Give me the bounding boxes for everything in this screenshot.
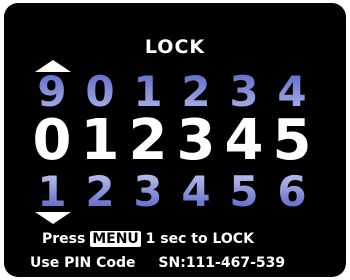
lock-instruction: Press MENU 1 sec to LOCK: [42, 231, 346, 247]
lock-screen: LOCK 9 0 1 2 3 4 0 1 2 3 4 5 1 2 3 4 5 6…: [4, 3, 346, 277]
next-digit: 3: [124, 169, 172, 215]
pin-digit[interactable]: 2: [124, 111, 172, 171]
next-digit: 2: [76, 169, 124, 215]
next-digit: 1: [28, 169, 76, 215]
pin-digit[interactable]: 1: [76, 111, 124, 171]
menu-key-badge: MENU: [90, 231, 141, 247]
pin-hint: Use PIN Code: [30, 255, 136, 271]
pin-digit[interactable]: 0: [28, 111, 76, 171]
next-digit: 5: [220, 169, 268, 215]
pin-digit[interactable]: 3: [172, 111, 220, 171]
pin-info: Use PIN Code SN:111-467-539: [30, 255, 346, 271]
lock-hint: 1 sec to LOCK: [145, 231, 254, 247]
serial-number: SN:111-467-539: [158, 255, 286, 271]
next-digit: 4: [172, 169, 220, 215]
press-label: Press: [42, 231, 86, 247]
pin-digit[interactable]: 4: [220, 111, 268, 171]
pin-digit[interactable]: 5: [268, 111, 316, 171]
screen-title: LOCK: [144, 36, 206, 58]
down-arrow-icon[interactable]: [35, 212, 71, 224]
next-digit: 6: [268, 169, 316, 215]
